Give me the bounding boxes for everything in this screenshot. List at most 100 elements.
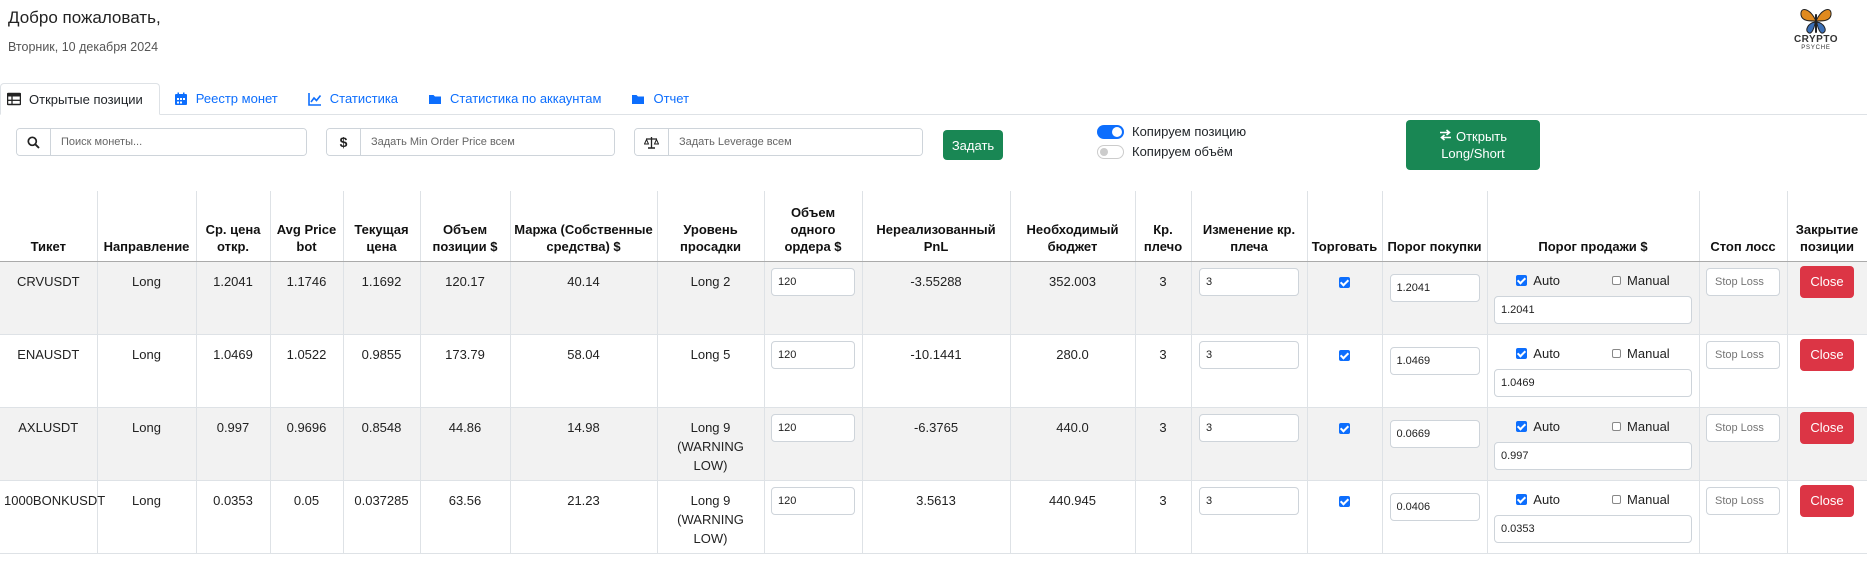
sell-threshold-input[interactable]	[1494, 295, 1692, 324]
order-volume-cell	[764, 334, 863, 408]
drawdown-cell: Long 5	[657, 334, 765, 408]
buy-threshold-input[interactable]	[1389, 419, 1480, 448]
copy-position-switch[interactable]	[1097, 124, 1124, 139]
sell-threshold-cell: Auto Manual	[1487, 480, 1700, 554]
leverage-change-input[interactable]	[1199, 413, 1299, 442]
sell-threshold-input[interactable]	[1494, 514, 1692, 543]
trade-cell	[1307, 480, 1383, 554]
manual-checkbox[interactable]	[1612, 421, 1622, 431]
avg-open-cell: 1.2041	[196, 261, 271, 335]
buy-threshold-input[interactable]	[1389, 492, 1480, 521]
table-row: CRVUSDT Long 1.2041 1.1746 1.1692 120.17…	[0, 261, 1867, 335]
close-position-button[interactable]: Close	[1800, 338, 1854, 371]
avg-open-cell: 0.0353	[196, 480, 271, 554]
manual-checkbox[interactable]	[1612, 348, 1622, 358]
folder-icon	[428, 92, 442, 106]
open-label-1: Открыть	[1455, 129, 1508, 144]
manual-checkbox[interactable]	[1612, 494, 1622, 504]
col-stop-loss: Стоп лосс	[1699, 191, 1788, 262]
sell-mode-row: Auto Manual	[1492, 490, 1695, 509]
close-position-button[interactable]: Close	[1800, 265, 1854, 298]
drawdown-cell: Long 9 (WARNING LOW)	[657, 407, 765, 481]
auto-checkbox[interactable]	[1516, 274, 1528, 286]
stop-loss-input[interactable]	[1706, 486, 1780, 515]
order-volume-input[interactable]	[771, 340, 855, 369]
trade-checkbox[interactable]	[1339, 422, 1350, 434]
leverage-change-input[interactable]	[1199, 267, 1299, 296]
min-order-input[interactable]	[361, 129, 614, 155]
order-volume-input[interactable]	[771, 267, 855, 296]
exchange-icon	[1439, 128, 1452, 145]
stop-loss-cell	[1699, 480, 1788, 554]
buy-threshold-cell	[1382, 480, 1488, 554]
sell-mode-row: Auto Manual	[1492, 344, 1695, 363]
manual-label: Manual	[1627, 491, 1670, 507]
trade-checkbox[interactable]	[1339, 349, 1350, 361]
order-volume-input[interactable]	[771, 486, 855, 515]
welcome-title: Добро пожаловать,	[8, 8, 161, 27]
manual-checkbox[interactable]	[1612, 275, 1622, 285]
pnl-cell: -10.1441	[862, 334, 1011, 408]
leverage-cell: 3	[1135, 261, 1192, 335]
set-all-button[interactable]: Задать	[943, 130, 1003, 160]
direction-cell: Long	[97, 261, 197, 335]
tab-account-statistics[interactable]: Статистика по аккаунтам	[422, 83, 617, 114]
direction-cell: Long	[97, 334, 197, 408]
stop-loss-cell	[1699, 407, 1788, 481]
search-group	[16, 128, 307, 156]
order-volume-input[interactable]	[771, 413, 855, 442]
stop-loss-input[interactable]	[1706, 413, 1780, 442]
tab-statistics[interactable]: Статистика	[302, 83, 414, 114]
leverage-change-input[interactable]	[1199, 486, 1299, 515]
trade-cell	[1307, 334, 1383, 408]
leverage-change-cell	[1191, 261, 1308, 335]
logo: CRYPTO PSYCHE	[1786, 6, 1846, 51]
col-budget: Необходимый бюджет	[1010, 191, 1136, 262]
search-icon	[17, 129, 51, 155]
close-position-button[interactable]: Close	[1800, 411, 1854, 444]
copy-volume-switch[interactable]	[1097, 144, 1124, 159]
margin-cell: 40.14	[510, 261, 658, 335]
open-long-short-button[interactable]: Открыть Long/Short	[1406, 120, 1540, 170]
tab-coin-registry[interactable]: Реестр монет	[168, 83, 294, 114]
ticker-cell: CRVUSDT	[0, 261, 98, 335]
search-input[interactable]	[51, 129, 306, 155]
col-ticker: Тикет	[0, 191, 98, 262]
buy-threshold-input[interactable]	[1389, 346, 1480, 375]
copy-volume-label: Копируем объём	[1132, 144, 1233, 159]
margin-cell: 14.98	[510, 407, 658, 481]
sell-threshold-input[interactable]	[1494, 368, 1692, 397]
close-position-button[interactable]: Close	[1800, 484, 1854, 517]
tab-bar: Открытые позиции Реестр монет Статистика…	[0, 83, 1867, 115]
scale-icon	[635, 129, 669, 155]
close-cell: Close	[1787, 261, 1867, 335]
calendar-icon	[174, 92, 188, 106]
margin-cell: 21.23	[510, 480, 658, 554]
direction-cell: Long	[97, 480, 197, 554]
stop-loss-input[interactable]	[1706, 340, 1780, 369]
auto-checkbox[interactable]	[1516, 347, 1528, 359]
sell-threshold-input[interactable]	[1494, 441, 1692, 470]
tab-report[interactable]: Отчет	[625, 83, 705, 114]
trade-cell	[1307, 261, 1383, 335]
stop-loss-input[interactable]	[1706, 267, 1780, 296]
tab-open-positions[interactable]: Открытые позиции	[0, 83, 160, 115]
sell-threshold-cell: Auto Manual	[1487, 407, 1700, 481]
auto-checkbox[interactable]	[1516, 420, 1528, 432]
table-row: ENAUSDT Long 1.0469 1.0522 0.9855 173.79…	[0, 334, 1867, 408]
auto-checkbox[interactable]	[1516, 493, 1528, 505]
trade-checkbox[interactable]	[1339, 495, 1350, 507]
trade-checkbox[interactable]	[1339, 276, 1350, 288]
auto-label: Auto	[1533, 491, 1561, 507]
stop-loss-cell	[1699, 334, 1788, 408]
current-price-cell: 0.8548	[343, 407, 421, 481]
table-icon	[7, 92, 21, 106]
col-direction: Направление	[97, 191, 197, 262]
toggle-copy-position-row: Копируем позицию	[1097, 124, 1246, 139]
stop-loss-cell	[1699, 261, 1788, 335]
leverage-change-input[interactable]	[1199, 340, 1299, 369]
buy-threshold-input[interactable]	[1389, 273, 1480, 302]
avg-bot-cell: 0.9696	[270, 407, 344, 481]
tab-label: Отчет	[653, 91, 690, 106]
leverage-input[interactable]	[669, 129, 922, 155]
